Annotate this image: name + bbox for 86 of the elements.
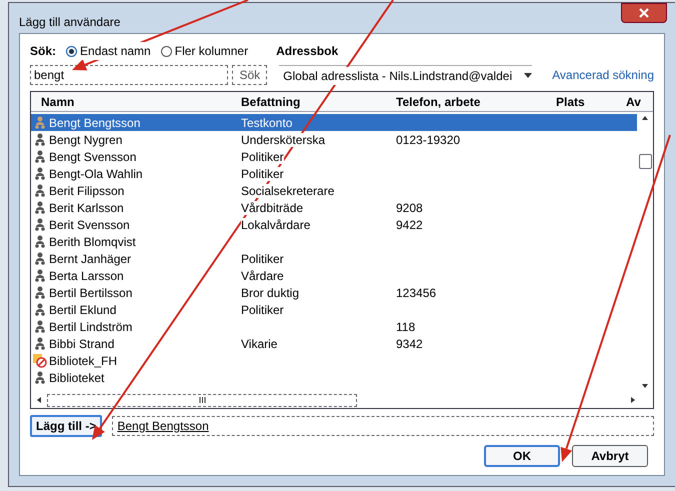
person-icon bbox=[34, 166, 46, 180]
contact-row[interactable]: Biblioteket bbox=[31, 369, 637, 386]
name-cell: Berith Blomqvist bbox=[49, 234, 136, 248]
contact-row[interactable]: Berit Filipsson Socialsekreterare bbox=[31, 182, 637, 199]
search-label: Sök: bbox=[30, 43, 56, 60]
name-cell: Berit Karlsson bbox=[49, 200, 124, 214]
name-cell: Bengt Svensson bbox=[49, 150, 136, 164]
search-button[interactable]: Sök bbox=[232, 65, 268, 85]
advanced-search-link[interactable]: Avancerad sökning bbox=[552, 66, 654, 84]
contact-row[interactable]: Bengt Nygren Undersköterska 0123-19320 bbox=[31, 131, 637, 148]
person-icon bbox=[34, 252, 46, 266]
name-cell: Bibliotek_FH bbox=[49, 354, 118, 368]
name-cell: Biblioteket bbox=[49, 370, 104, 384]
contact-row[interactable]: Bengt-Ola Wahlin Politiker bbox=[31, 165, 637, 182]
name-cell: Berit Svensson bbox=[49, 218, 130, 232]
person-icon bbox=[34, 116, 46, 130]
person-icon bbox=[34, 150, 46, 164]
grip-icon bbox=[198, 397, 206, 403]
horizontal-scroll-thumb[interactable] bbox=[47, 394, 357, 406]
person-icon bbox=[34, 234, 46, 248]
scroll-thumb[interactable] bbox=[638, 154, 652, 169]
job-title-cell: Politiker bbox=[241, 252, 284, 266]
blocked-resource-icon bbox=[33, 354, 47, 368]
contact-row[interactable]: Berta Larsson Vårdare bbox=[31, 267, 637, 284]
person-icon bbox=[34, 132, 46, 146]
dropdown-caret-icon bbox=[524, 73, 532, 78]
name-cell: Berit Filipsson bbox=[49, 184, 124, 198]
name-cell: Bengt-Ola Wahlin bbox=[49, 166, 143, 180]
contact-row[interactable]: Berit Svensson Lokalvårdare 9422 bbox=[31, 216, 637, 233]
contact-row[interactable]: Berith Blomqvist bbox=[31, 233, 637, 250]
scroll-up-icon bbox=[642, 116, 648, 120]
column-header[interactable]: Plats bbox=[556, 92, 626, 110]
job-title-cell: Bror duktig bbox=[241, 286, 300, 300]
close-icon bbox=[639, 8, 649, 18]
column-header[interactable]: Befattning bbox=[241, 92, 396, 110]
column-header[interactable]: Namn bbox=[41, 92, 241, 110]
contact-row[interactable]: Bengt Bengtsson Testkonto bbox=[31, 114, 637, 131]
person-icon bbox=[34, 184, 46, 198]
scroll-left-icon bbox=[37, 397, 41, 403]
person-icon bbox=[34, 200, 46, 214]
job-title-cell: Testkonto bbox=[241, 116, 292, 130]
job-title-cell: Politiker bbox=[241, 166, 284, 180]
radio-button[interactable] bbox=[66, 46, 78, 56]
column-header[interactable]: Telefon, arbete bbox=[396, 92, 556, 110]
cancel-button[interactable]: Avbryt bbox=[572, 445, 648, 467]
contact-row[interactable]: Berit Karlsson Vårdbiträde 9208 bbox=[31, 199, 637, 216]
window-title: Lägg till användare bbox=[19, 14, 120, 31]
job-title-cell: Politiker bbox=[241, 150, 284, 164]
person-icon bbox=[34, 320, 46, 334]
contact-row[interactable]: Bernt Janhäger Politiker bbox=[31, 250, 637, 267]
name-cell: Bernt Janhäger bbox=[49, 252, 132, 266]
job-title-cell: Politiker bbox=[241, 302, 284, 316]
contact-row[interactable]: Bertil Bertilsson Bror duktig 123456 bbox=[31, 284, 637, 301]
address-book-label: Adressbok bbox=[276, 43, 338, 60]
name-cell: Bertil Eklund bbox=[49, 302, 116, 316]
job-title-cell: Vikarie bbox=[241, 336, 278, 350]
contact-row[interactable]: Bengt Svensson Politiker bbox=[31, 148, 637, 165]
name-cell: Bibbi Strand bbox=[49, 336, 114, 350]
radio-button[interactable] bbox=[160, 46, 172, 56]
scroll-right-icon bbox=[631, 397, 635, 403]
job-title-cell: Lokalvårdare bbox=[241, 218, 310, 232]
contact-row[interactable]: Bertil Eklund Politiker bbox=[31, 301, 637, 318]
name-cell: Bertil Bertilsson bbox=[49, 286, 132, 300]
person-icon bbox=[34, 286, 46, 300]
close-button[interactable] bbox=[621, 3, 667, 23]
scroll-down-icon bbox=[642, 384, 648, 388]
person-icon bbox=[34, 302, 46, 316]
name-cell: Bengt Nygren bbox=[49, 132, 122, 146]
name-cell: Bertil Lindström bbox=[49, 320, 132, 334]
radio-label[interactable]: Endast namn bbox=[80, 42, 151, 60]
name-cell: Berta Larsson bbox=[49, 268, 124, 282]
ok-button[interactable]: OK bbox=[484, 445, 560, 467]
contact-row[interactable]: Bibbi Strand Vikarie 9342 bbox=[31, 335, 637, 352]
job-title-cell: Undersköterska bbox=[241, 132, 326, 146]
contact-row[interactable]: Bertil Lindström 118 bbox=[31, 318, 637, 335]
person-icon bbox=[34, 218, 46, 232]
contact-row[interactable]: Bibliotek_FH bbox=[31, 352, 637, 369]
column-header[interactable]: Av bbox=[626, 92, 641, 110]
name-cell: Bengt Bengtsson bbox=[49, 116, 140, 130]
person-icon bbox=[34, 370, 46, 384]
job-title-cell: Vårdare bbox=[241, 268, 284, 282]
job-title-cell: Socialsekreterare bbox=[241, 184, 334, 198]
selected-users-field[interactable]: Bengt Bengtsson bbox=[112, 416, 654, 436]
person-icon bbox=[34, 268, 46, 282]
person-icon bbox=[34, 336, 46, 350]
job-title-cell: Vårdbiträde bbox=[241, 200, 304, 214]
